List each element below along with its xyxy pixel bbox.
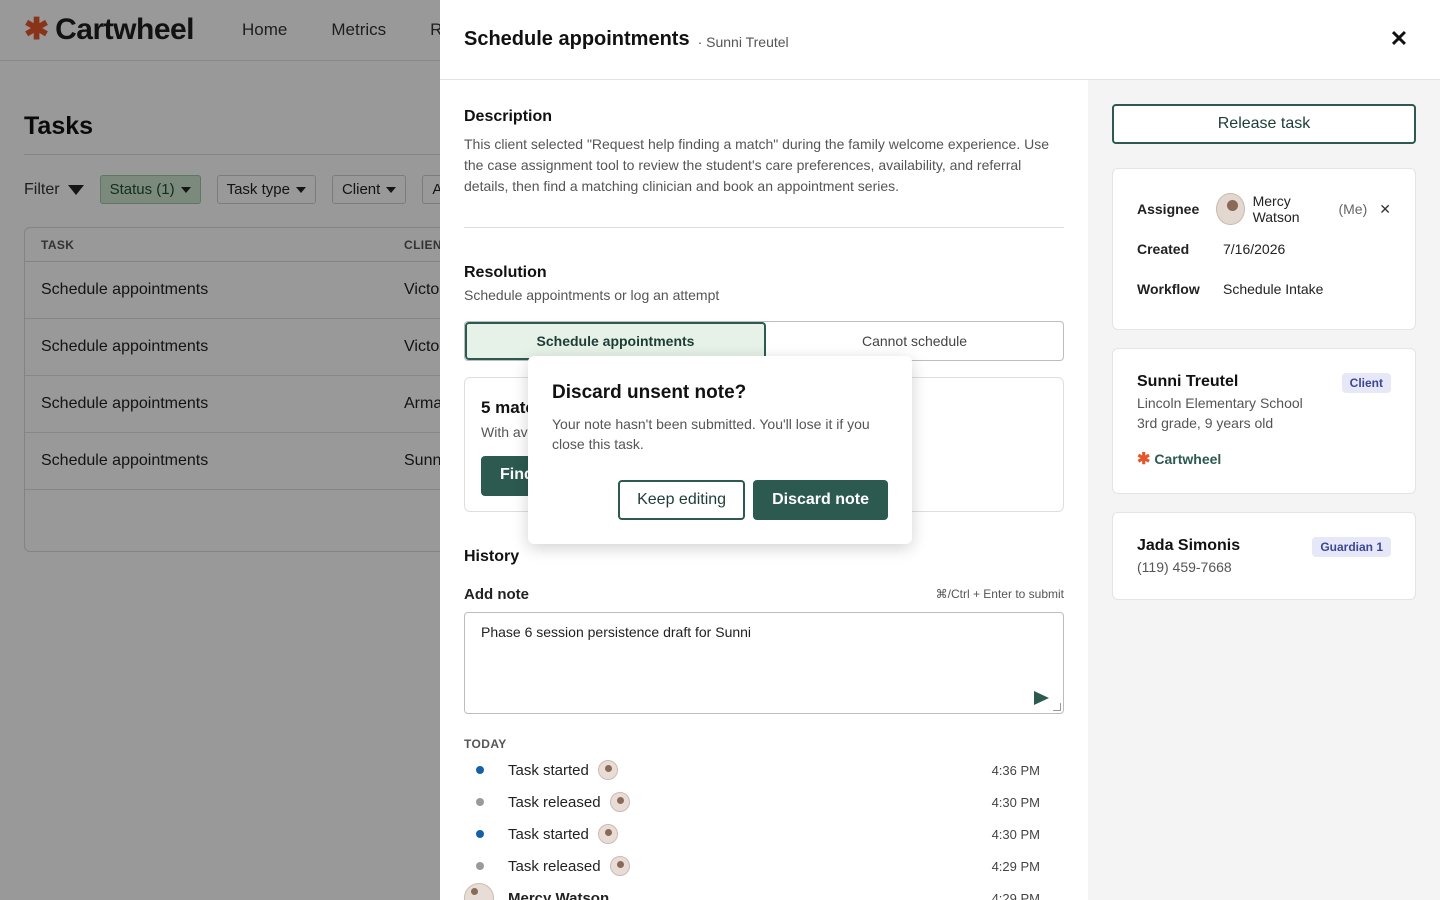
- status-dot-icon: [476, 798, 484, 806]
- note-input[interactable]: Phase 6 session persistence draft for Su…: [464, 612, 1064, 714]
- release-task-button[interactable]: Release task: [1112, 104, 1416, 144]
- drawer-header: Schedule appointments · Sunni Treutel ✕: [440, 0, 1440, 80]
- history-item: Task released 4:29 PM: [464, 850, 1040, 882]
- event-time: 4:30 PM: [991, 826, 1040, 842]
- history-item: Task started 4:36 PM: [464, 754, 1040, 786]
- avatar: [597, 760, 618, 780]
- history-item: Mercy Watson 4:29 PM: [464, 882, 1040, 900]
- history-group-label: TODAY: [464, 737, 507, 751]
- event-time: 4:29 PM: [991, 858, 1040, 874]
- drawer-title: Schedule appointments: [464, 28, 690, 50]
- remove-assignee-icon[interactable]: ✕: [1379, 201, 1391, 218]
- status-dot-icon: [476, 830, 484, 838]
- client-brand: ✱ Cartwheel: [1137, 449, 1391, 469]
- guardian-phone: (119) 459-7668: [1137, 559, 1232, 575]
- event-time: 4:30 PM: [991, 794, 1040, 810]
- history-item: Task started 4:30 PM: [464, 818, 1040, 850]
- add-note-label: Add note: [464, 586, 529, 603]
- client-grade: 3rd grade, 9 years old: [1137, 415, 1274, 431]
- discard-note-button[interactable]: Discard note: [753, 480, 888, 520]
- assignee-value[interactable]: Mercy Watson (Me) ✕: [1216, 193, 1391, 225]
- avatar: [1216, 193, 1245, 225]
- avatar: [464, 883, 494, 900]
- workflow-label: Workflow: [1137, 281, 1200, 297]
- section-divider: [464, 227, 1064, 228]
- history-heading: History: [464, 548, 520, 565]
- assignee-me: (Me): [1338, 201, 1368, 217]
- brand-name: Cartwheel: [1154, 451, 1222, 467]
- drawer-sidebar: Release task Assignee Mercy Watson (Me) …: [1088, 80, 1440, 900]
- drawer-subtitle: · Sunni Treutel: [697, 33, 789, 50]
- event-author: Mercy Watson: [508, 889, 610, 900]
- event-time: 4:36 PM: [991, 762, 1040, 778]
- send-icon[interactable]: [1034, 691, 1049, 705]
- created-value: 7/16/2026: [1223, 241, 1286, 257]
- dialog-title: Discard unsent note?: [552, 382, 747, 403]
- event-time: 4:29 PM: [991, 890, 1040, 900]
- event-label: Task started: [508, 761, 589, 779]
- avatar: [597, 824, 618, 844]
- dialog-text: Your note hasn't been submitted. You'll …: [552, 416, 870, 452]
- description-heading: Description: [464, 108, 553, 125]
- guardian-card: Jada Simonis Guardian 1 (119) 459-7668: [1112, 512, 1416, 600]
- close-icon[interactable]: ✕: [1388, 28, 1410, 50]
- status-dot-icon: [476, 862, 484, 870]
- discard-note-dialog: Discard unsent note? Your note hasn't be…: [528, 356, 912, 544]
- avatar: [609, 856, 630, 876]
- event-label: Task started: [508, 825, 589, 843]
- resolution-heading: Resolution: [464, 264, 547, 281]
- client-school: Lincoln Elementary School: [1137, 395, 1303, 411]
- client-card: Sunni Treutel Client Lincoln Elementary …: [1112, 348, 1416, 494]
- option-schedule-appointments[interactable]: Schedule appointments: [465, 322, 766, 360]
- description-text: This client selected "Request help findi…: [464, 136, 1050, 194]
- guardian-badge: Guardian 1: [1312, 537, 1391, 557]
- note-text: Phase 6 session persistence draft for Su…: [481, 624, 752, 640]
- event-label: Task released: [508, 793, 601, 811]
- avatar: [609, 792, 630, 812]
- assignee-row: Assignee Mercy Watson (Me) ✕: [1137, 189, 1391, 229]
- workflow-value: Schedule Intake: [1223, 281, 1324, 297]
- history-list: Task started 4:36 PM Task released 4:30 …: [464, 754, 1040, 900]
- workflow-row: Workflow Schedule Intake: [1137, 269, 1391, 309]
- assignee-name: Mercy Watson: [1252, 193, 1300, 225]
- client-badge: Client: [1341, 373, 1391, 393]
- asterisk-logo-icon: ✱: [1137, 451, 1151, 468]
- created-row: Created 7/16/2026: [1137, 229, 1391, 269]
- option-cannot-schedule[interactable]: Cannot schedule: [766, 322, 1063, 360]
- resolution-toggle: Schedule appointments Cannot schedule: [464, 321, 1064, 361]
- status-dot-icon: [476, 766, 484, 774]
- submit-hint: ⌘/Ctrl + Enter to submit: [935, 587, 1064, 601]
- history-item: Task released 4:30 PM: [464, 786, 1040, 818]
- resize-handle[interactable]: [1053, 703, 1061, 711]
- created-label: Created: [1137, 241, 1190, 257]
- assignee-label: Assignee: [1137, 201, 1200, 217]
- task-meta-card: Assignee Mercy Watson (Me) ✕ Created 7/1…: [1112, 168, 1416, 330]
- event-label: Task released: [508, 857, 601, 875]
- dialog-actions: Keep editing Discard note: [618, 480, 888, 520]
- keep-editing-button[interactable]: Keep editing: [618, 480, 746, 520]
- resolution-subtitle: Schedule appointments or log an attempt: [464, 287, 720, 303]
